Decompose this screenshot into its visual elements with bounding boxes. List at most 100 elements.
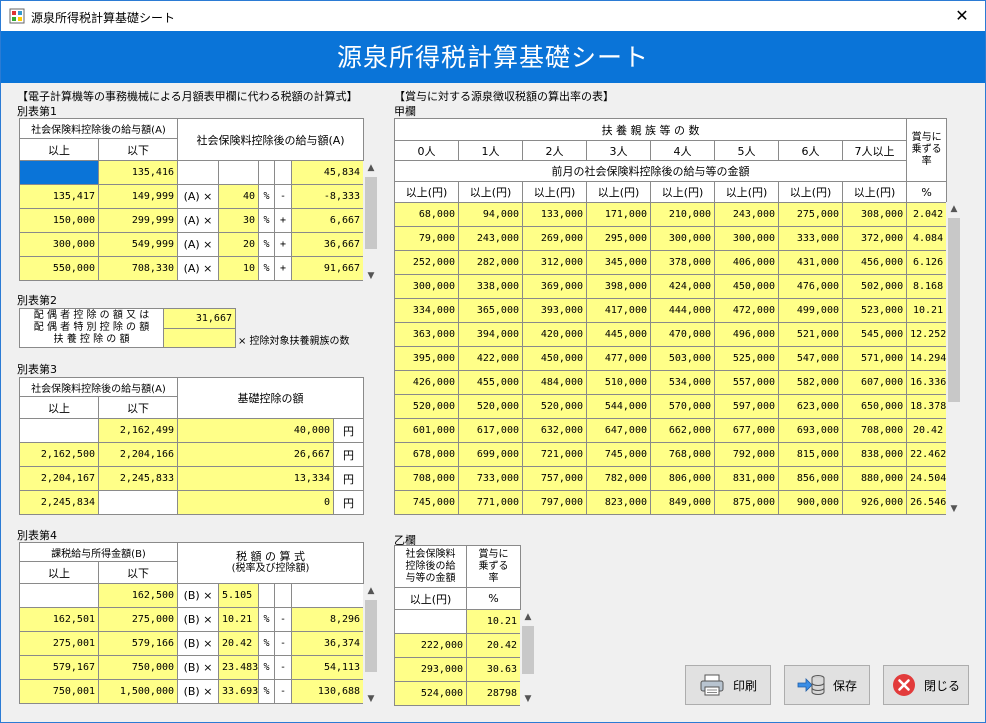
otsu-amount-cell[interactable]: 293,000 xyxy=(394,657,467,682)
kou-amount-cell[interactable]: 831,000 xyxy=(714,466,779,491)
t1-amount-cell[interactable]: 45,834 xyxy=(290,160,365,185)
kou-amount-cell[interactable]: 926,000 xyxy=(841,490,908,515)
t4-amount-cell[interactable]: 8,296 xyxy=(291,607,365,632)
kou-amount-cell[interactable]: 472,000 xyxy=(714,298,779,323)
t1-to-cell[interactable]: 149,999 xyxy=(98,184,178,209)
kou-amount-cell[interactable]: 308,000 xyxy=(841,202,908,227)
kou-amount-cell[interactable]: 502,000 xyxy=(841,274,908,299)
kou-amount-cell[interactable]: 875,000 xyxy=(714,490,779,515)
kou-amount-cell[interactable]: 243,000 xyxy=(714,202,779,227)
t1-from-cell[interactable]: 150,000 xyxy=(19,208,99,233)
kou-amount-cell[interactable]: 378,000 xyxy=(650,250,715,275)
kou-amount-cell[interactable]: 422,000 xyxy=(458,346,523,371)
kou-rate-cell[interactable]: 22.462 xyxy=(906,442,948,467)
otsu-amount-cell[interactable] xyxy=(394,609,467,634)
kou-amount-cell[interactable]: 417,000 xyxy=(586,298,651,323)
scroll-up-icon[interactable]: ▲ xyxy=(363,584,379,598)
kou-amount-cell[interactable]: 662,000 xyxy=(650,418,715,443)
kou-amount-cell[interactable]: 523,000 xyxy=(841,298,908,323)
kou-amount-cell[interactable]: 678,000 xyxy=(394,442,459,467)
kou-amount-cell[interactable]: 295,000 xyxy=(586,226,651,251)
kou-amount-cell[interactable]: 372,000 xyxy=(841,226,908,251)
kou-amount-cell[interactable]: 521,000 xyxy=(778,322,843,347)
kou-amount-cell[interactable]: 275,000 xyxy=(778,202,843,227)
otsu-rate-cell[interactable]: 28798 xyxy=(466,681,521,706)
kou-rate-cell[interactable]: 18.378 xyxy=(906,394,948,419)
kou-amount-cell[interactable]: 650,000 xyxy=(841,394,908,419)
t1-to-cell[interactable]: 299,999 xyxy=(98,208,178,233)
t4-amount-cell[interactable]: 54,113 xyxy=(291,655,365,680)
scroll-thumb[interactable] xyxy=(365,600,377,672)
kou-amount-cell[interactable]: 499,000 xyxy=(778,298,843,323)
kou-amount-cell[interactable]: 693,000 xyxy=(778,418,843,443)
kou-amount-cell[interactable]: 450,000 xyxy=(714,274,779,299)
kou-amount-cell[interactable]: 496,000 xyxy=(714,322,779,347)
close-button[interactable]: 閉じる xyxy=(883,665,969,705)
window-close-button[interactable]: ✕ xyxy=(939,1,985,31)
kou-amount-cell[interactable]: 823,000 xyxy=(586,490,651,515)
t3-amount-cell[interactable]: 13,334 xyxy=(177,466,334,491)
scroll-up-icon[interactable]: ▲ xyxy=(946,202,962,216)
kou-amount-cell[interactable]: 94,000 xyxy=(458,202,523,227)
kou-amount-cell[interactable]: 445,000 xyxy=(586,322,651,347)
t2-blank-cell[interactable] xyxy=(163,327,236,348)
kou-amount-cell[interactable]: 545,000 xyxy=(841,322,908,347)
t4-to-cell[interactable]: 750,000 xyxy=(97,655,179,680)
t3-from-cell[interactable]: 2,162,500 xyxy=(19,442,99,467)
kou-amount-cell[interactable]: 365,000 xyxy=(458,298,523,323)
t4-amount-cell[interactable]: 130,688 xyxy=(291,679,365,704)
kou-amount-cell[interactable]: 470,000 xyxy=(650,322,715,347)
kou-amount-cell[interactable]: 312,000 xyxy=(522,250,587,275)
kou-amount-cell[interactable]: 880,000 xyxy=(841,466,908,491)
scroll-down-icon[interactable]: ▼ xyxy=(946,502,962,516)
kou-amount-cell[interactable]: 426,000 xyxy=(394,370,459,395)
t4-scrollbar[interactable]: ▲ ▼ xyxy=(363,584,379,706)
t4-to-cell[interactable]: 275,000 xyxy=(97,607,179,632)
t4-to-cell[interactable]: 162,500 xyxy=(97,583,179,608)
kou-amount-cell[interactable]: 757,000 xyxy=(522,466,587,491)
scroll-thumb[interactable] xyxy=(365,177,377,249)
kou-amount-cell[interactable]: 282,000 xyxy=(458,250,523,275)
kou-rate-cell[interactable]: 14.294 xyxy=(906,346,948,371)
kou-amount-cell[interactable]: 797,000 xyxy=(522,490,587,515)
t3-to-cell[interactable]: 2,204,166 xyxy=(98,442,178,467)
t3-from-cell[interactable]: 2,245,834 xyxy=(19,490,99,515)
t1-from-cell[interactable]: 550,000 xyxy=(19,256,99,281)
kou-amount-cell[interactable]: 782,000 xyxy=(586,466,651,491)
kou-amount-cell[interactable]: 547,000 xyxy=(778,346,843,371)
t3-from-cell[interactable] xyxy=(19,418,99,443)
kou-amount-cell[interactable]: 708,000 xyxy=(394,466,459,491)
kou-amount-cell[interactable]: 607,000 xyxy=(841,370,908,395)
kou-rate-cell[interactable]: 4.084 xyxy=(906,226,948,251)
kou-amount-cell[interactable]: 838,000 xyxy=(841,442,908,467)
kou-amount-cell[interactable]: 431,000 xyxy=(778,250,843,275)
kou-amount-cell[interactable]: 582,000 xyxy=(778,370,843,395)
kou-amount-cell[interactable]: 708,000 xyxy=(841,418,908,443)
t3-to-cell[interactable]: 2,245,833 xyxy=(98,466,178,491)
kou-amount-cell[interactable]: 444,000 xyxy=(650,298,715,323)
otsu-amount-cell[interactable]: 222,000 xyxy=(394,633,467,658)
t4-rate-cell[interactable]: 10.21 xyxy=(218,607,260,632)
kou-amount-cell[interactable]: 338,000 xyxy=(458,274,523,299)
kou-amount-cell[interactable]: 269,000 xyxy=(522,226,587,251)
kou-amount-cell[interactable]: 300,000 xyxy=(650,226,715,251)
t1-to-cell[interactable]: 135,416 xyxy=(98,160,178,185)
kou-amount-cell[interactable]: 133,000 xyxy=(522,202,587,227)
kou-amount-cell[interactable]: 525,000 xyxy=(714,346,779,371)
t4-rate-cell[interactable]: 5.105 xyxy=(218,583,260,608)
kou-scrollbar[interactable]: ▲ ▼ xyxy=(946,202,962,516)
kou-amount-cell[interactable]: 601,000 xyxy=(394,418,459,443)
kou-amount-cell[interactable]: 424,000 xyxy=(650,274,715,299)
t3-to-cell[interactable] xyxy=(98,490,178,515)
kou-rate-cell[interactable]: 16.336 xyxy=(906,370,948,395)
scroll-down-icon[interactable]: ▼ xyxy=(520,692,536,706)
kou-amount-cell[interactable]: 300,000 xyxy=(394,274,459,299)
kou-rate-cell[interactable]: 12.252 xyxy=(906,322,948,347)
t3-from-cell[interactable]: 2,204,167 xyxy=(19,466,99,491)
scroll-down-icon[interactable]: ▼ xyxy=(363,269,379,283)
t1-pct-cell[interactable]: 30 xyxy=(218,208,259,233)
kou-amount-cell[interactable]: 856,000 xyxy=(778,466,843,491)
scroll-up-icon[interactable]: ▲ xyxy=(363,161,379,175)
t4-to-cell[interactable]: 1,500,000 xyxy=(97,679,179,704)
kou-amount-cell[interactable]: 647,000 xyxy=(586,418,651,443)
